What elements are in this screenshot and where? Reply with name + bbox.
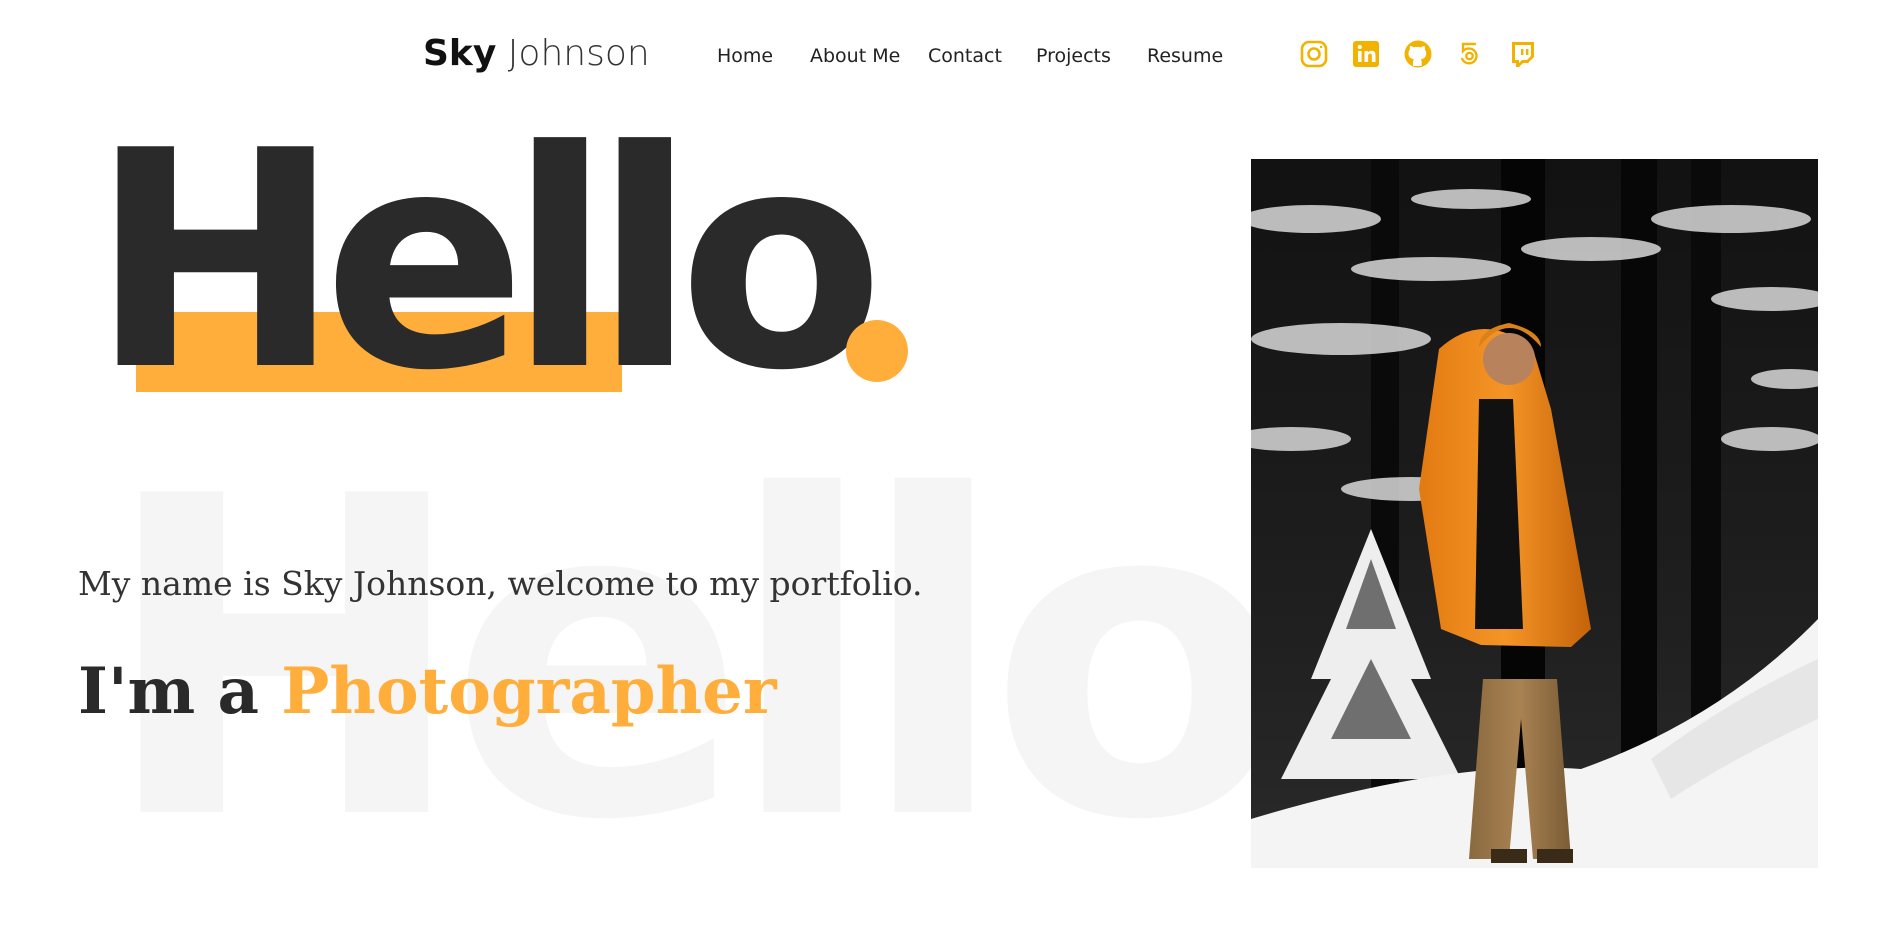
logo-last-name: Johnson (507, 33, 650, 74)
nav-resume[interactable]: Resume (1147, 44, 1223, 68)
instagram-icon[interactable] (1298, 38, 1330, 70)
hero-hello: Hello (90, 102, 950, 422)
nav-about-me[interactable]: About Me (810, 44, 900, 68)
nav-contact[interactable]: Contact (928, 44, 1002, 68)
hello-heading: Hello (90, 87, 884, 436)
github-icon[interactable] (1402, 38, 1434, 70)
500px-icon[interactable] (1454, 38, 1486, 70)
role-prefix: I'm a (78, 654, 259, 729)
hello-accent-dot (846, 320, 908, 382)
role-accent: Photographer (281, 654, 777, 729)
profile-photo (1251, 159, 1818, 868)
role-heading: I'm a Photographer (78, 652, 777, 732)
nav-projects[interactable]: Projects (1036, 44, 1111, 68)
logo-first-name: Sky (423, 33, 497, 74)
twitch-icon[interactable] (1506, 38, 1538, 70)
page: Sky Johnson Home About Me Contact Projec… (0, 0, 1896, 949)
linkedin-icon[interactable] (1350, 38, 1382, 70)
intro-text: My name is Sky Johnson, welcome to my po… (78, 564, 923, 603)
site-logo[interactable]: Sky Johnson (423, 32, 650, 76)
nav-home[interactable]: Home (717, 44, 773, 68)
